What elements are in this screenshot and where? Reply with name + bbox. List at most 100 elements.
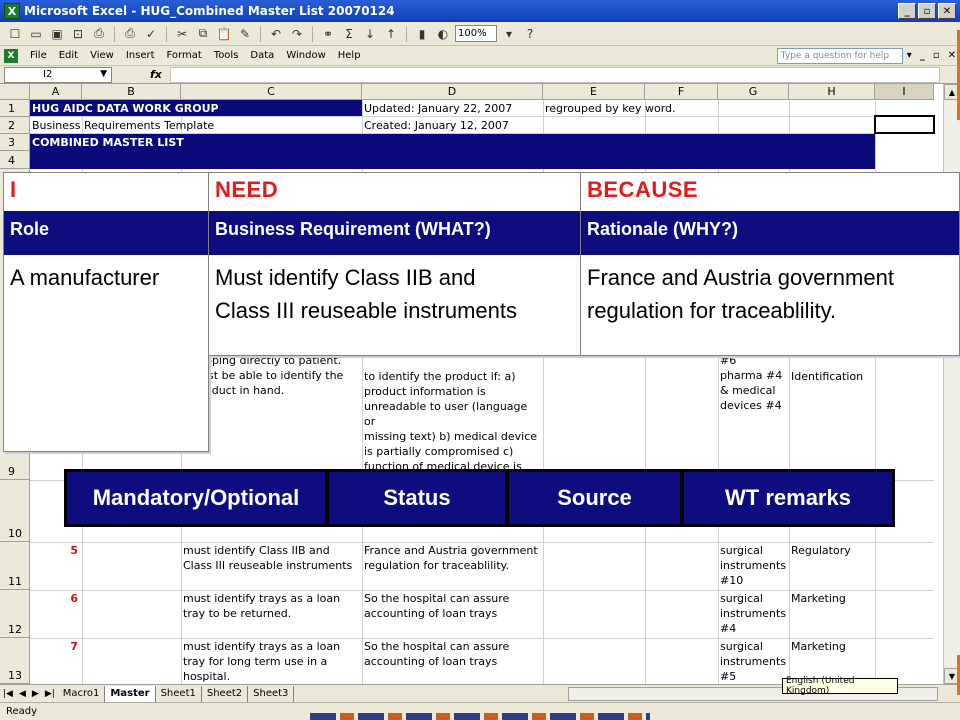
cell-d2[interactable]: Created: January 12, 2007 xyxy=(362,117,542,134)
cell-g13[interactable]: surgical instruments #5 xyxy=(718,638,789,684)
cut-icon[interactable]: ✂ xyxy=(173,25,191,43)
cell-e1[interactable]: regrouped by key word. xyxy=(543,100,718,117)
cell-d1[interactable]: Updated: January 22, 2007 xyxy=(362,100,542,117)
zoom-select[interactable]: 100% xyxy=(455,25,497,42)
cell-a12[interactable]: 6 xyxy=(30,590,82,607)
first-sheet-icon[interactable]: |◀ xyxy=(0,689,16,699)
col-header-d[interactable]: D xyxy=(362,84,543,100)
menu-window[interactable]: Window xyxy=(280,50,331,61)
autosum-icon[interactable]: Σ xyxy=(340,25,358,43)
cell-h12[interactable]: Marketing xyxy=(789,590,875,607)
last-sheet-icon[interactable]: ▶| xyxy=(42,689,58,699)
cell-g9[interactable]: #6 pharma #4 & medical devices #4 xyxy=(718,352,789,414)
ask-question-input[interactable]: Type a question for help xyxy=(776,47,903,64)
cell-g11[interactable]: surgical instruments #10 xyxy=(718,542,789,589)
menu-file[interactable]: File xyxy=(24,50,53,61)
overlay-status: Status xyxy=(329,472,509,524)
save-icon[interactable]: ▣ xyxy=(48,25,66,43)
undo-icon[interactable]: ↶ xyxy=(267,25,285,43)
cell-a2[interactable]: Business Requirements Template xyxy=(30,117,360,134)
cell-g12[interactable]: surgical instruments #4 xyxy=(718,590,789,637)
col-header-b[interactable]: B xyxy=(82,84,181,100)
cell-d11[interactable]: France and Austria government regulation… xyxy=(362,542,543,574)
sheet-tab-sheet3[interactable]: Sheet3 xyxy=(248,685,295,702)
print-icon[interactable]: ⎙ xyxy=(121,25,139,43)
spelling-icon[interactable]: ✓ xyxy=(142,25,160,43)
paste-icon[interactable]: 📋 xyxy=(215,25,233,43)
row-header-4[interactable]: 4 xyxy=(0,151,30,169)
menu-insert[interactable]: Insert xyxy=(120,50,161,61)
menu-data[interactable]: Data xyxy=(244,50,280,61)
menu-tools[interactable]: Tools xyxy=(208,50,245,61)
col-header-f[interactable]: F xyxy=(645,84,718,100)
formula-input[interactable] xyxy=(169,66,940,83)
col-header-a[interactable]: A xyxy=(30,84,82,100)
cell-a3[interactable]: COMBINED MASTER LIST xyxy=(30,134,360,151)
next-sheet-icon[interactable]: ▶ xyxy=(29,689,42,699)
help-icon[interactable]: ? xyxy=(521,25,539,43)
cell-h9[interactable]: Identification xyxy=(789,368,875,385)
chevron-down-icon[interactable]: ▾ xyxy=(500,25,518,43)
cell-d12[interactable]: So the hospital can assure accounting of… xyxy=(362,590,543,622)
chart-wizard-icon[interactable]: ▮ xyxy=(413,25,431,43)
col-header-g[interactable]: G xyxy=(718,84,789,100)
cell-a11[interactable]: 5 xyxy=(30,542,82,559)
sheet-tab-macro1[interactable]: Macro1 xyxy=(57,685,106,702)
menu-format[interactable]: Format xyxy=(161,50,208,61)
col-header-h[interactable]: H xyxy=(789,84,875,100)
ask-dropdown-icon[interactable]: ▾ xyxy=(903,50,916,61)
redo-icon[interactable]: ↷ xyxy=(288,25,306,43)
permission-icon[interactable]: ⊡ xyxy=(69,25,87,43)
cell-c11[interactable]: must identify Class IIB and Class III re… xyxy=(181,542,362,574)
prev-sheet-icon[interactable]: ◀ xyxy=(16,689,29,699)
row-header-13[interactable]: 13 xyxy=(0,638,30,684)
minimize-button[interactable]: _ xyxy=(898,3,916,19)
row-header-12[interactable]: 12 xyxy=(0,590,30,638)
menu-view[interactable]: View xyxy=(84,50,120,61)
sheet-tab-master[interactable]: Master xyxy=(105,685,156,702)
cell-a1[interactable]: HUG AIDC DATA WORK GROUP xyxy=(30,100,360,117)
selected-cell-i2[interactable] xyxy=(874,115,935,134)
doc-restore-button[interactable]: ▫ xyxy=(929,50,944,61)
row-header-1[interactable]: 1 xyxy=(0,100,30,117)
row-header-11[interactable]: 11 xyxy=(0,542,30,590)
overlay-because-sub: Rationale (WHY?) xyxy=(581,211,959,255)
col-header-e[interactable]: E xyxy=(543,84,645,100)
cell-h13[interactable]: Marketing xyxy=(789,638,875,655)
row-header-3[interactable]: 3 xyxy=(0,134,30,151)
format-painter-icon[interactable]: ✎ xyxy=(236,25,254,43)
drawing-icon[interactable]: ◐ xyxy=(434,25,452,43)
cell-c12[interactable]: must identify trays as a loan tray to be… xyxy=(181,590,362,622)
overlay-need-head: NEED xyxy=(215,177,279,202)
sheet-tab-sheet2[interactable]: Sheet2 xyxy=(201,685,249,702)
hyperlink-icon[interactable]: ⚭ xyxy=(319,25,337,43)
print-preview-icon[interactable]: ⎙ xyxy=(90,25,108,43)
menu-help[interactable]: Help xyxy=(332,50,367,61)
cell-a13[interactable]: 7 xyxy=(30,638,82,655)
cell-d13[interactable]: So the hospital can assure accounting of… xyxy=(362,638,543,670)
workbook-icon[interactable]: X xyxy=(4,48,18,63)
row-header-2[interactable]: 2 xyxy=(0,117,30,134)
chevron-down-icon[interactable]: ▼ xyxy=(100,69,107,79)
menu-edit[interactable]: Edit xyxy=(53,50,84,61)
sort-ascending-icon[interactable]: ↓ xyxy=(361,25,379,43)
sheet-tab-sheet1[interactable]: Sheet1 xyxy=(155,685,202,702)
doc-minimize-button[interactable]: _ xyxy=(916,50,929,61)
select-all-corner[interactable] xyxy=(0,84,30,100)
fx-icon[interactable]: fx xyxy=(150,68,162,81)
sort-descending-icon[interactable]: ↑ xyxy=(382,25,400,43)
close-button[interactable]: ✕ xyxy=(938,3,956,19)
new-icon[interactable]: ☐ xyxy=(6,25,24,43)
col-header-c[interactable]: C xyxy=(181,84,362,100)
overlay-role-head: I xyxy=(10,177,17,202)
restore-button[interactable]: ▫ xyxy=(918,3,936,19)
col-header-i[interactable]: I xyxy=(875,84,934,100)
open-icon[interactable]: ▭ xyxy=(27,25,45,43)
cell-h11[interactable]: Regulatory xyxy=(789,542,875,559)
row-header-10[interactable]: 10 xyxy=(0,480,30,542)
language-tooltip: English (United Kingdom) xyxy=(782,676,898,696)
cell-d9[interactable]: to identify the product if: a) product i… xyxy=(362,368,542,475)
copy-icon[interactable]: ⧉ xyxy=(194,25,212,43)
name-box[interactable]: I2 ▼ xyxy=(4,66,112,83)
cell-c13[interactable]: must identify trays as a loan tray for l… xyxy=(181,638,362,684)
